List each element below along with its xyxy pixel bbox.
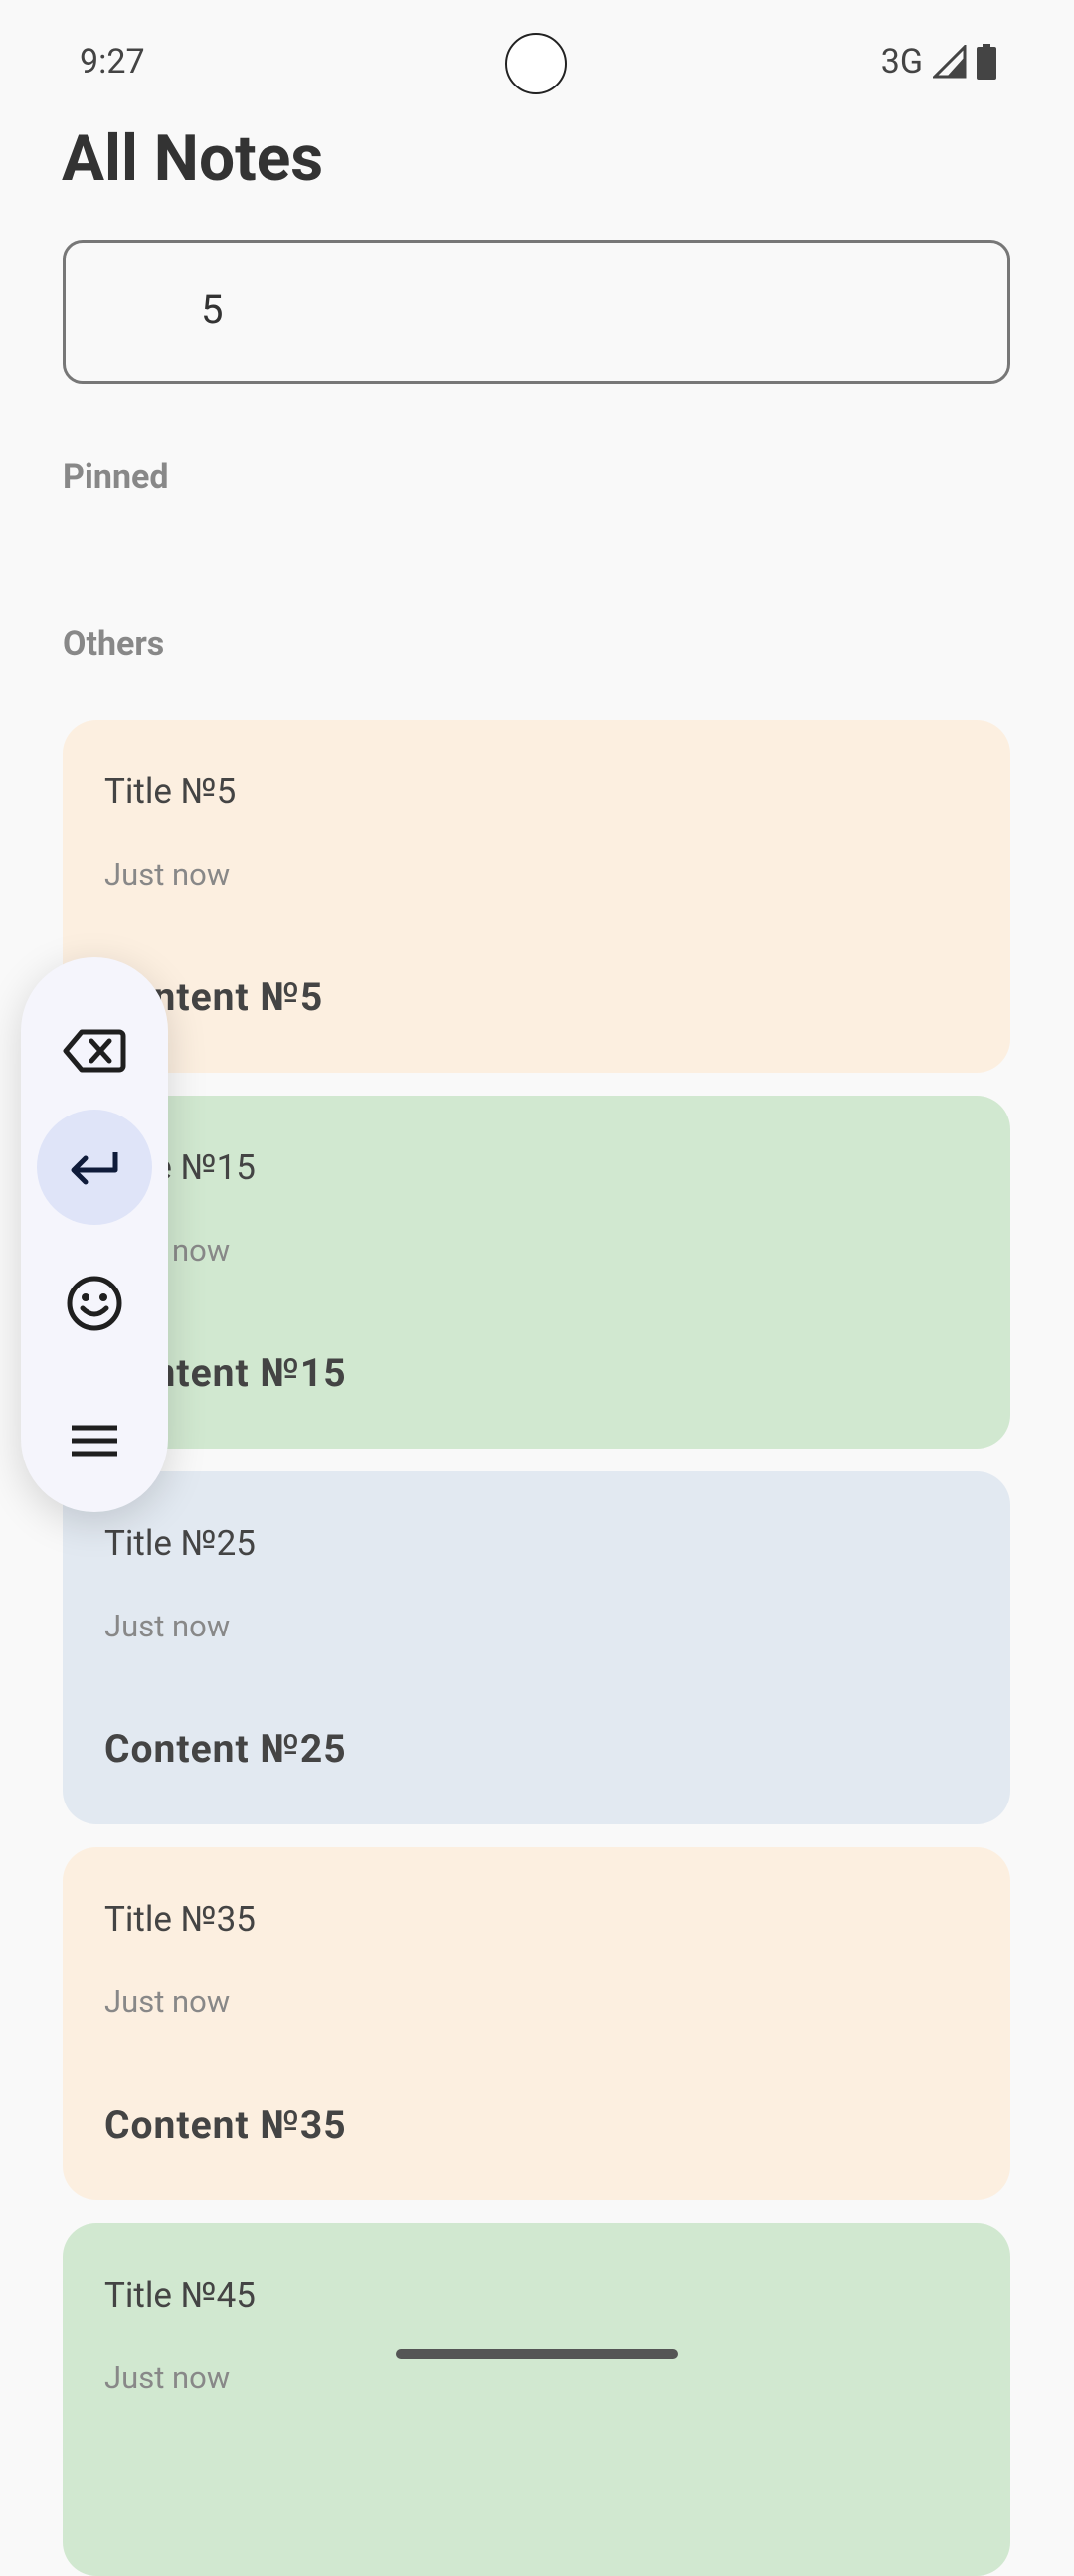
battery-icon bbox=[977, 44, 996, 80]
menu-button[interactable] bbox=[37, 1383, 152, 1498]
status-icons: 3G bbox=[881, 42, 996, 82]
note-timestamp: Just now bbox=[104, 1983, 231, 2020]
emoji-button[interactable] bbox=[37, 1246, 152, 1361]
note-card[interactable]: Title №35 Just now Content №35 bbox=[63, 1847, 1010, 2200]
note-content: Content №35 bbox=[104, 2102, 347, 2147]
note-card[interactable]: Title №5 Just now Content №5 bbox=[63, 720, 1010, 1073]
signal-icon bbox=[933, 45, 967, 79]
note-card[interactable]: Title №15 Just now Content №15 bbox=[63, 1096, 1010, 1449]
network-label: 3G bbox=[880, 42, 923, 82]
backspace-icon bbox=[63, 1029, 126, 1073]
others-section-label: Others bbox=[63, 624, 165, 664]
enter-button[interactable] bbox=[37, 1110, 152, 1225]
page-title: All Notes bbox=[62, 121, 324, 196]
note-content: Content №25 bbox=[104, 1726, 347, 1772]
note-timestamp: Just now bbox=[104, 856, 231, 893]
note-timestamp: Just now bbox=[104, 2359, 231, 2396]
camera-cutout bbox=[505, 33, 567, 94]
note-timestamp: Just now bbox=[104, 1608, 231, 1644]
note-card[interactable]: Title №25 Just now Content №25 bbox=[63, 1471, 1010, 1824]
note-title: Title №5 bbox=[104, 772, 237, 812]
note-title: Title №45 bbox=[104, 2275, 256, 2316]
search-input-value: 5 bbox=[201, 286, 224, 333]
home-indicator[interactable] bbox=[396, 2349, 678, 2359]
note-title: Title №25 bbox=[104, 1523, 256, 1564]
floating-keyboard-toolbar bbox=[21, 957, 168, 1512]
pinned-section-label: Pinned bbox=[63, 457, 169, 497]
search-input[interactable]: 5 bbox=[63, 240, 1010, 384]
note-title: Title №35 bbox=[104, 1899, 256, 1940]
status-time: 9:27 bbox=[80, 42, 145, 82]
backspace-button[interactable] bbox=[37, 993, 152, 1109]
enter-icon bbox=[71, 1152, 118, 1185]
menu-icon bbox=[72, 1425, 117, 1457]
note-card[interactable]: Title №45 Just now bbox=[63, 2223, 1010, 2576]
emoji-icon bbox=[67, 1276, 122, 1331]
